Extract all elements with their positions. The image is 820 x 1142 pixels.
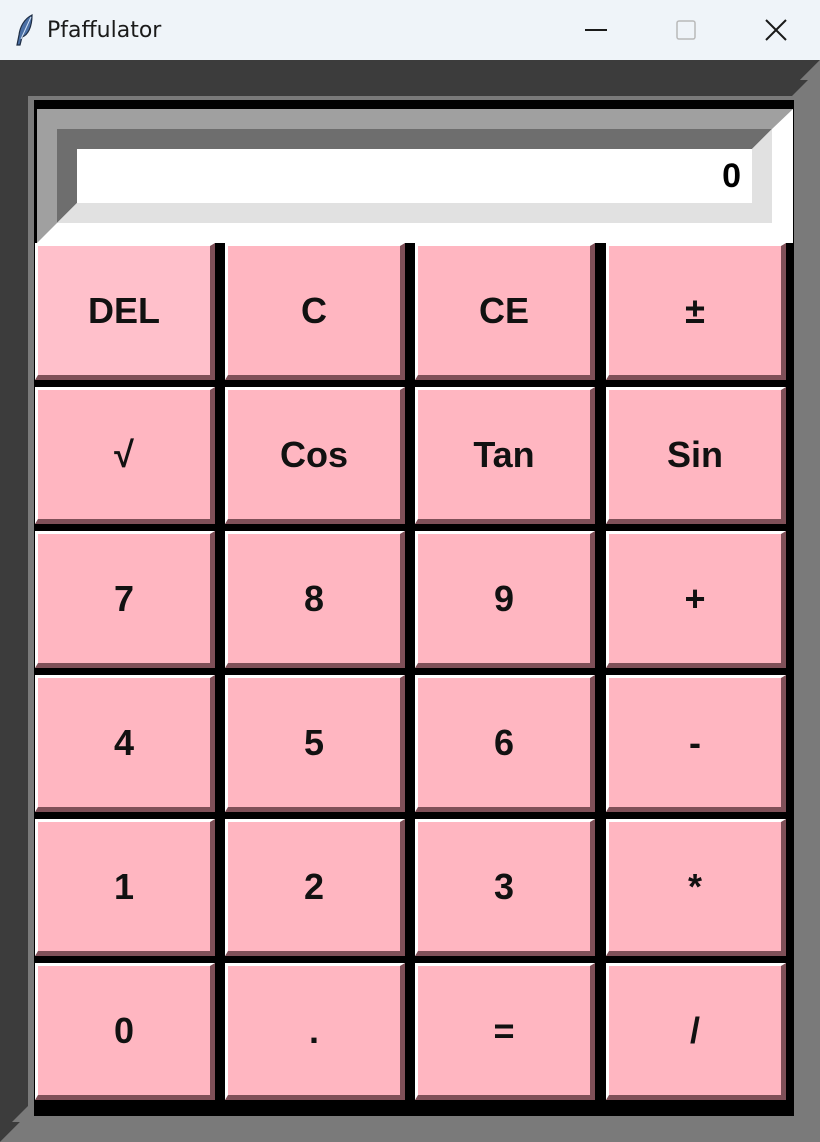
digit-1-button[interactable]: 1 — [35, 819, 215, 956]
display-panel: 0 — [37, 109, 793, 243]
maximize-button[interactable] — [640, 0, 732, 60]
minimize-icon — [585, 29, 607, 31]
close-icon — [765, 19, 787, 41]
digit-4-button[interactable]: 4 — [35, 675, 215, 812]
maximize-icon — [676, 20, 696, 40]
equals-button[interactable]: = — [415, 963, 595, 1100]
tan-button[interactable]: Tan — [415, 387, 595, 524]
clear-button[interactable]: C — [225, 243, 405, 380]
subtract-button[interactable]: - — [606, 675, 786, 812]
add-button[interactable]: + — [606, 531, 786, 668]
multiply-button[interactable]: * — [606, 819, 786, 956]
del-button[interactable]: DEL — [35, 243, 215, 380]
decimal-point-button[interactable]: . — [225, 963, 405, 1100]
plus-minus-button[interactable]: ± — [606, 243, 786, 380]
digit-7-button[interactable]: 7 — [35, 531, 215, 668]
display-value: 0 — [722, 157, 741, 195]
digit-3-button[interactable]: 3 — [415, 819, 595, 956]
divide-button[interactable]: / — [606, 963, 786, 1100]
digit-2-button[interactable]: 2 — [225, 819, 405, 956]
display-field: 0 — [77, 150, 751, 202]
digit-9-button[interactable]: 9 — [415, 531, 595, 668]
digit-0-button[interactable]: 0 — [35, 963, 215, 1100]
minimize-button[interactable] — [550, 0, 642, 60]
digit-5-button[interactable]: 5 — [225, 675, 405, 812]
title-bar: Pfaffulator — [0, 0, 820, 60]
feather-icon — [16, 14, 33, 46]
digit-6-button[interactable]: 6 — [415, 675, 595, 812]
window-title: Pfaffulator — [47, 18, 162, 43]
cos-button[interactable]: Cos — [225, 387, 405, 524]
keypad: DEL C CE ± √ Cos Tan Sin 7 8 9 + 4 5 6 -… — [35, 243, 791, 1103]
sqrt-button[interactable]: √ — [35, 387, 215, 524]
close-button[interactable] — [730, 0, 820, 60]
sin-button[interactable]: Sin — [606, 387, 786, 524]
clear-entry-button[interactable]: CE — [415, 243, 595, 380]
digit-8-button[interactable]: 8 — [225, 531, 405, 668]
